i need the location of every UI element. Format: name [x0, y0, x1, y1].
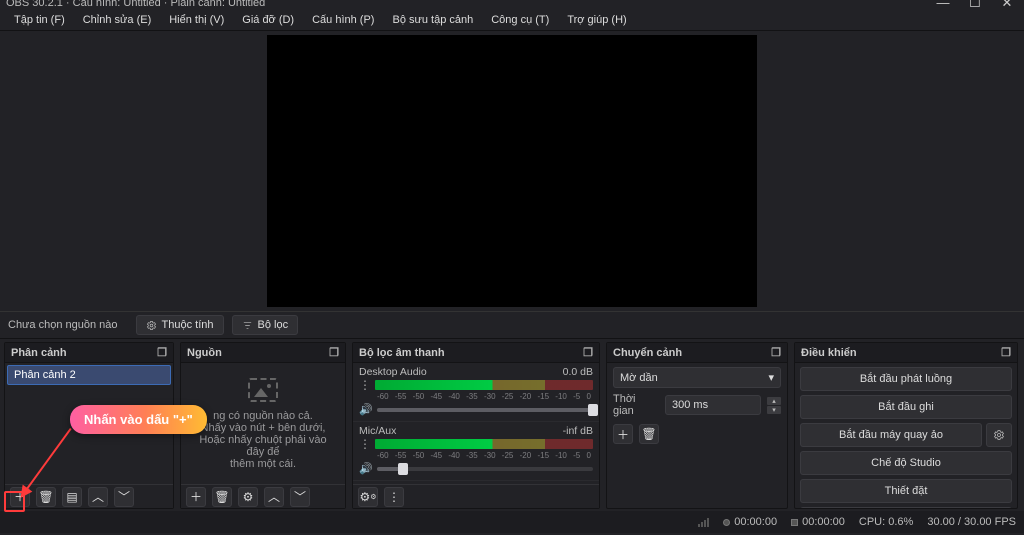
mixer-menu-button[interactable]: ⋮ — [384, 487, 404, 507]
properties-button[interactable]: Thuộc tính — [136, 315, 224, 335]
window-maximize-button[interactable]: ☐ — [964, 0, 986, 9]
gear-icon — [993, 429, 1005, 441]
controls-popout-icon[interactable]: ❐ — [1001, 346, 1011, 359]
move-source-down-button[interactable]: ﹀ — [290, 487, 310, 507]
exit-button[interactable]: Thoát — [800, 507, 1012, 508]
volume-slider[interactable] — [377, 408, 593, 412]
scenes-popout-icon[interactable]: ❐ — [157, 346, 167, 359]
filters-button[interactable]: Bộ lọc — [232, 315, 299, 335]
duration-label: Thời gian — [613, 393, 659, 417]
live-indicator-icon — [723, 519, 730, 526]
scenes-title: Phân cảnh — [11, 347, 67, 359]
window-minimize-button[interactable]: — — [932, 0, 954, 9]
channel-level: -inf dB — [563, 425, 593, 437]
properties-label: Thuộc tính — [162, 319, 214, 331]
start-recording-button[interactable]: Bắt đầu ghi — [800, 395, 1012, 419]
record-indicator-icon — [791, 519, 798, 526]
menu-docks[interactable]: Giá đỡ (D) — [234, 12, 302, 28]
mixer-popout-icon[interactable]: ❐ — [583, 346, 593, 359]
audio-mixer-dock: Bộ lọc âm thanh ❐ Desktop Audio 0.0 dB ⋮… — [352, 342, 600, 509]
controls-title: Điều khiển — [801, 347, 857, 359]
cpu-usage: CPU: 0.6% — [859, 516, 913, 528]
channel-menu-button[interactable]: ⋮ — [359, 439, 369, 449]
remove-transition-button[interactable]: 🗑 — [639, 424, 659, 444]
channel-name: Desktop Audio — [359, 366, 427, 378]
mixer-advanced-button[interactable]: ⚙⚙ — [358, 487, 378, 507]
scene-item[interactable]: Phân cảnh 2 — [7, 365, 171, 385]
menu-profile[interactable]: Cấu hình (P) — [304, 12, 382, 28]
duration-input[interactable]: 300 ms — [665, 395, 761, 415]
context-status-label: Chưa chọn nguồn nào — [8, 319, 118, 331]
duration-step-up[interactable]: ▴ — [767, 397, 781, 405]
gear-icon — [146, 320, 157, 331]
start-virtual-cam-button[interactable]: Bắt đầu máy quay ảo — [800, 423, 982, 447]
vu-meter — [375, 439, 593, 449]
settings-button[interactable]: Thiết đặt — [800, 479, 1012, 503]
sources-empty-line: ng có nguồn nào cả. — [213, 410, 313, 422]
preview-area — [0, 31, 1024, 311]
annotation-callout: Nhấn vào dấu "+" — [70, 405, 207, 434]
mute-button[interactable]: 🔊 — [359, 462, 371, 475]
sources-popout-icon[interactable]: ❐ — [329, 346, 339, 359]
menu-bar: Tập tin (F) Chỉnh sửa (E) Hiển thị (V) G… — [0, 9, 1024, 31]
menu-help[interactable]: Trợ giúp (H) — [559, 12, 634, 28]
remove-source-button[interactable]: 🗑 — [212, 487, 232, 507]
filters-label: Bộ lọc — [258, 319, 289, 331]
menu-edit[interactable]: Chỉnh sửa (E) — [75, 12, 160, 28]
virtual-cam-settings-button[interactable] — [986, 423, 1012, 447]
duration-step-down[interactable]: ▾ — [767, 406, 781, 414]
sources-title: Nguồn — [187, 347, 222, 359]
sources-empty-line: thêm một cái. — [230, 458, 296, 470]
scene-filters-button[interactable]: ▤ — [62, 487, 82, 507]
transition-select[interactable]: Mờ dần ▾ — [613, 367, 781, 388]
add-transition-button[interactable]: ＋ — [613, 424, 633, 444]
source-context-bar: Chưa chọn nguồn nào Thuộc tính Bộ lọc — [0, 311, 1024, 339]
volume-slider[interactable] — [377, 467, 593, 471]
channel-name: Mic/Aux — [359, 425, 396, 437]
transitions-dock: Chuyển cảnh ❐ Mờ dần ▾ Thời gian 300 ms … — [606, 342, 788, 509]
menu-file[interactable]: Tập tin (F) — [6, 12, 73, 28]
live-time: 00:00:00 — [734, 516, 777, 528]
mute-button[interactable]: 🔊 — [359, 403, 371, 416]
chevron-down-icon: ▾ — [768, 371, 774, 384]
source-settings-button[interactable]: ⚙ — [238, 487, 258, 507]
meter-ticks: -60-55-50-45-40-35-30-25-20-15-10-50 — [375, 392, 593, 401]
menu-scene-collection[interactable]: Bộ sưu tập cảnh — [384, 12, 481, 28]
status-bar: 00:00:00 00:00:00 CPU: 0.6% 30.00 / 30.0… — [0, 511, 1024, 533]
transitions-popout-icon[interactable]: ❐ — [771, 346, 781, 359]
add-source-button[interactable]: ＋ — [186, 487, 206, 507]
preview-canvas[interactable] — [267, 35, 757, 307]
window-close-button[interactable]: ✕ — [996, 0, 1018, 9]
transitions-title: Chuyển cảnh — [613, 347, 682, 359]
sources-empty-line: Nhấy vào nút + bên dưới, — [201, 422, 326, 434]
transition-current: Mờ dần — [620, 372, 658, 384]
mixer-title: Bộ lọc âm thanh — [359, 347, 445, 359]
move-scene-up-button[interactable]: ︿ — [88, 487, 108, 507]
sources-empty-line: Hoặc nhấy chuột phải vào đây để — [191, 434, 335, 458]
meter-ticks: -60-55-50-45-40-35-30-25-20-15-10-50 — [375, 451, 593, 460]
channel-level: 0.0 dB — [563, 366, 593, 378]
mixer-channel-mic: Mic/Aux -inf dB ⋮ -60-55-50-45-40-35-30-… — [353, 422, 599, 481]
window-title: OBS 30.2.1 · Cấu hình: Untitled · Plain … — [6, 0, 265, 9]
studio-mode-button[interactable]: Chế độ Studio — [800, 451, 1012, 475]
start-streaming-button[interactable]: Bắt đầu phát luồng — [800, 367, 1012, 391]
remove-scene-button[interactable]: 🗑 — [36, 487, 56, 507]
record-time: 00:00:00 — [802, 516, 845, 528]
vu-meter — [375, 380, 593, 390]
image-icon — [248, 378, 278, 402]
fps-readout: 30.00 / 30.00 FPS — [927, 516, 1016, 528]
network-signal-icon — [698, 518, 709, 527]
channel-menu-button[interactable]: ⋮ — [359, 380, 369, 390]
move-scene-down-button[interactable]: ﹀ — [114, 487, 134, 507]
mixer-channel-desktop: Desktop Audio 0.0 dB ⋮ -60-55-50-45-40-3… — [353, 363, 599, 422]
menu-view[interactable]: Hiển thị (V) — [161, 12, 232, 28]
filters-icon — [242, 320, 253, 331]
controls-dock: Điều khiển ❐ Bắt đầu phát luồng Bắt đầu … — [794, 342, 1018, 509]
menu-tools[interactable]: Công cụ (T) — [483, 12, 557, 28]
window-titlebar: OBS 30.2.1 · Cấu hình: Untitled · Plain … — [0, 0, 1024, 9]
move-source-up-button[interactable]: ︿ — [264, 487, 284, 507]
